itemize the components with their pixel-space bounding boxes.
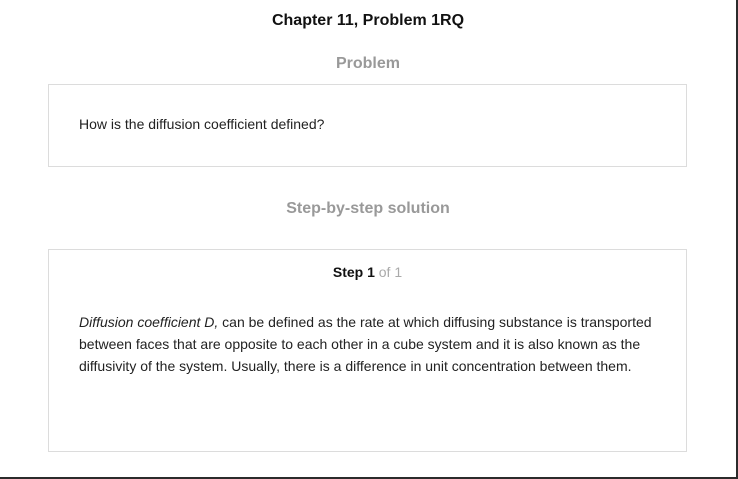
problem-question: How is the diffusion coefficient defined… xyxy=(79,116,325,132)
step-indicator: Step 1 of 1 xyxy=(49,264,686,280)
page-title: Chapter 11, Problem 1RQ xyxy=(271,12,465,29)
solution-text: Diffusion coefficient D, can be defined … xyxy=(79,311,659,377)
page: Chapter 11, Problem 1RQ Problem How is t… xyxy=(0,0,738,479)
solution-heading: Step-by-step solution xyxy=(286,200,450,217)
step-total: of 1 xyxy=(378,264,403,280)
solution-card: Step 1 of 1 Diffusion coefficient D, can… xyxy=(48,249,687,452)
step-number: Step 1 xyxy=(332,264,375,280)
problem-card: How is the diffusion coefficient defined… xyxy=(48,84,687,167)
problem-heading: Problem xyxy=(335,55,400,72)
solution-term: Diffusion coefficient D, xyxy=(79,314,219,330)
